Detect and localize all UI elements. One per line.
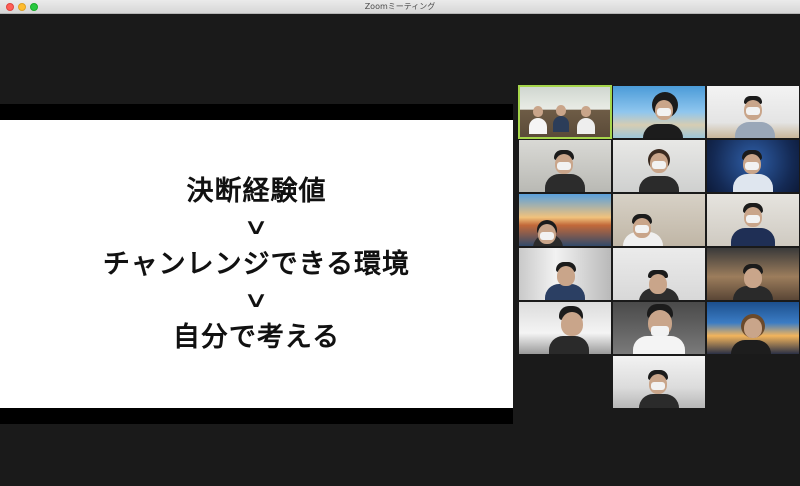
participant-video-tile[interactable] bbox=[707, 86, 799, 138]
participant-video-tile[interactable] bbox=[707, 140, 799, 192]
window-titlebar: Zoomミーティング bbox=[0, 0, 800, 14]
participant-video-tile[interactable] bbox=[519, 140, 611, 192]
participant-video-tile[interactable] bbox=[707, 302, 799, 354]
participant-video-tile[interactable] bbox=[613, 248, 705, 300]
participant-video-tile[interactable] bbox=[707, 248, 799, 300]
screen-share-view[interactable]: 決断経験値 ∨ チャンレンジできる環境 ∨ 自分で考える bbox=[0, 104, 513, 424]
slide-separator-2: ∨ bbox=[243, 287, 270, 313]
participant-video-tile[interactable] bbox=[613, 140, 705, 192]
window-title: Zoomミーティング bbox=[364, 2, 436, 11]
shared-slide: 決断経験値 ∨ チャンレンジできる環境 ∨ 自分で考える bbox=[0, 120, 513, 408]
participant-video-tile[interactable] bbox=[707, 194, 799, 246]
participant-video-tile[interactable] bbox=[519, 194, 611, 246]
participant-video-tile[interactable] bbox=[613, 86, 705, 138]
slide-line-3: 自分で考える bbox=[172, 321, 341, 353]
participant-video-tile[interactable] bbox=[519, 302, 611, 354]
meeting-area: 決断経験値 ∨ チャンレンジできる環境 ∨ 自分で考える bbox=[0, 14, 800, 486]
slide-line-2: チャンレンジできる環境 bbox=[102, 248, 411, 280]
participant-video-tile[interactable] bbox=[519, 248, 611, 300]
participant-video-tile[interactable] bbox=[613, 302, 705, 354]
slide-separator-1: ∨ bbox=[243, 214, 270, 240]
participant-video-tile[interactable] bbox=[613, 356, 705, 408]
slide-line-1: 決断経験値 bbox=[186, 175, 327, 207]
participant-video-tile[interactable] bbox=[613, 194, 705, 246]
participant-video-tile[interactable] bbox=[518, 85, 612, 139]
